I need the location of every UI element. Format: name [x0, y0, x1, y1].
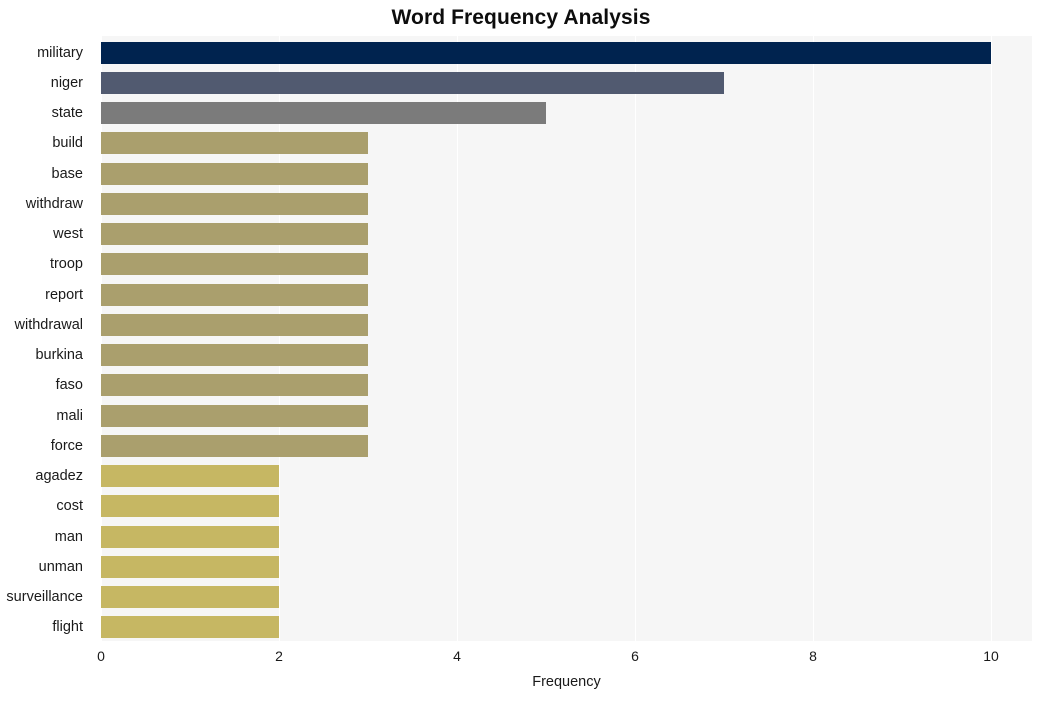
bar-base[interactable]	[101, 162, 369, 185]
bar-row[interactable]: report	[45, 280, 1032, 310]
x-tick-label-0: 0	[97, 648, 105, 664]
y-axis-label-faso: faso	[55, 377, 83, 394]
x-tick-label-4: 4	[453, 648, 461, 664]
bar-row[interactable]: military	[37, 38, 1032, 68]
bar-row[interactable]: troop	[50, 249, 1032, 279]
bar-faso[interactable]	[101, 374, 369, 397]
bar-niger[interactable]	[101, 71, 725, 94]
x-tick-label-6: 6	[631, 648, 639, 664]
bar-row[interactable]: withdraw	[26, 189, 1032, 219]
bar-row[interactable]: build	[52, 128, 1032, 158]
y-axis-label-mali: mali	[56, 407, 83, 424]
y-axis-label-flight: flight	[52, 619, 83, 636]
bar-force[interactable]	[101, 434, 369, 457]
y-axis-label-report: report	[45, 286, 83, 303]
bar-row[interactable]: cost	[56, 491, 1032, 521]
bar-build[interactable]	[101, 132, 369, 155]
y-axis-label-withdraw: withdraw	[25, 195, 83, 212]
bar-agadez[interactable]	[101, 465, 279, 488]
x-tick-label-2: 2	[275, 648, 283, 664]
bar-row[interactable]: faso	[56, 370, 1032, 400]
bar-row[interactable]: flight	[52, 612, 1032, 642]
y-axis-label-burkina: burkina	[35, 347, 83, 363]
bar-row[interactable]: force	[51, 431, 1032, 461]
bar-row[interactable]: state	[52, 98, 1032, 128]
bar-burkina[interactable]	[101, 344, 369, 367]
bar-mali[interactable]	[101, 404, 369, 427]
y-axis-label-state: state	[51, 105, 83, 121]
bar-report[interactable]	[101, 283, 369, 306]
y-axis-label-unman: unman	[38, 558, 83, 575]
bar-row[interactable]: burkina	[35, 340, 1032, 370]
bar-row[interactable]: agadez	[35, 461, 1032, 491]
word-frequency-chart: Word Frequency Analysis military niger sta…	[0, 0, 1042, 701]
y-axis-label-cost: cost	[56, 498, 83, 515]
y-axis-label-base: base	[51, 165, 83, 182]
bar-unman[interactable]	[101, 555, 279, 578]
y-axis-label-niger: niger	[50, 74, 83, 91]
bar-troop[interactable]	[101, 253, 369, 276]
bar-row[interactable]: surveillance	[6, 582, 1032, 612]
bar-military[interactable]	[101, 41, 992, 64]
bar-row[interactable]: base	[52, 159, 1032, 189]
bar-withdraw[interactable]	[101, 192, 369, 215]
bar-flight[interactable]	[101, 616, 279, 639]
x-tick-label-10: 10	[983, 648, 999, 664]
bar-man[interactable]	[101, 525, 279, 548]
y-axis-label-troop: troop	[49, 256, 83, 273]
y-axis-label-surveillance: surveillance	[6, 589, 83, 605]
y-axis-label-agadez: agadez	[35, 468, 83, 484]
bar-withdrawal[interactable]	[101, 313, 369, 336]
y-axis-label-man: man	[54, 528, 83, 545]
bar-state[interactable]	[101, 102, 547, 125]
bar-cost[interactable]	[101, 495, 279, 518]
x-axis-title: Frequency	[532, 674, 601, 690]
y-axis-label-military: military	[37, 44, 83, 61]
bar-row[interactable]: niger	[51, 68, 1032, 98]
plot-area: military niger state build base withdraw west t…	[6, 36, 1032, 642]
chart-title: Word Frequency Analysis	[391, 6, 651, 29]
y-axis-label-build: build	[52, 135, 83, 152]
bar-surveillance[interactable]	[101, 586, 279, 609]
x-tick-label-8: 8	[809, 648, 817, 664]
y-axis-label-force: force	[50, 437, 83, 454]
bar-row[interactable]: man	[55, 522, 1032, 552]
y-axis-label-west: west	[53, 226, 83, 242]
bar-row[interactable]: west	[53, 219, 1032, 249]
bar-row[interactable]: withdrawal	[15, 310, 1032, 340]
y-axis-label-withdrawal: withdrawal	[14, 316, 84, 333]
bar-row[interactable]: unman	[39, 552, 1032, 582]
bar-west[interactable]	[101, 223, 369, 246]
bar-row[interactable]: mali	[56, 401, 1032, 431]
